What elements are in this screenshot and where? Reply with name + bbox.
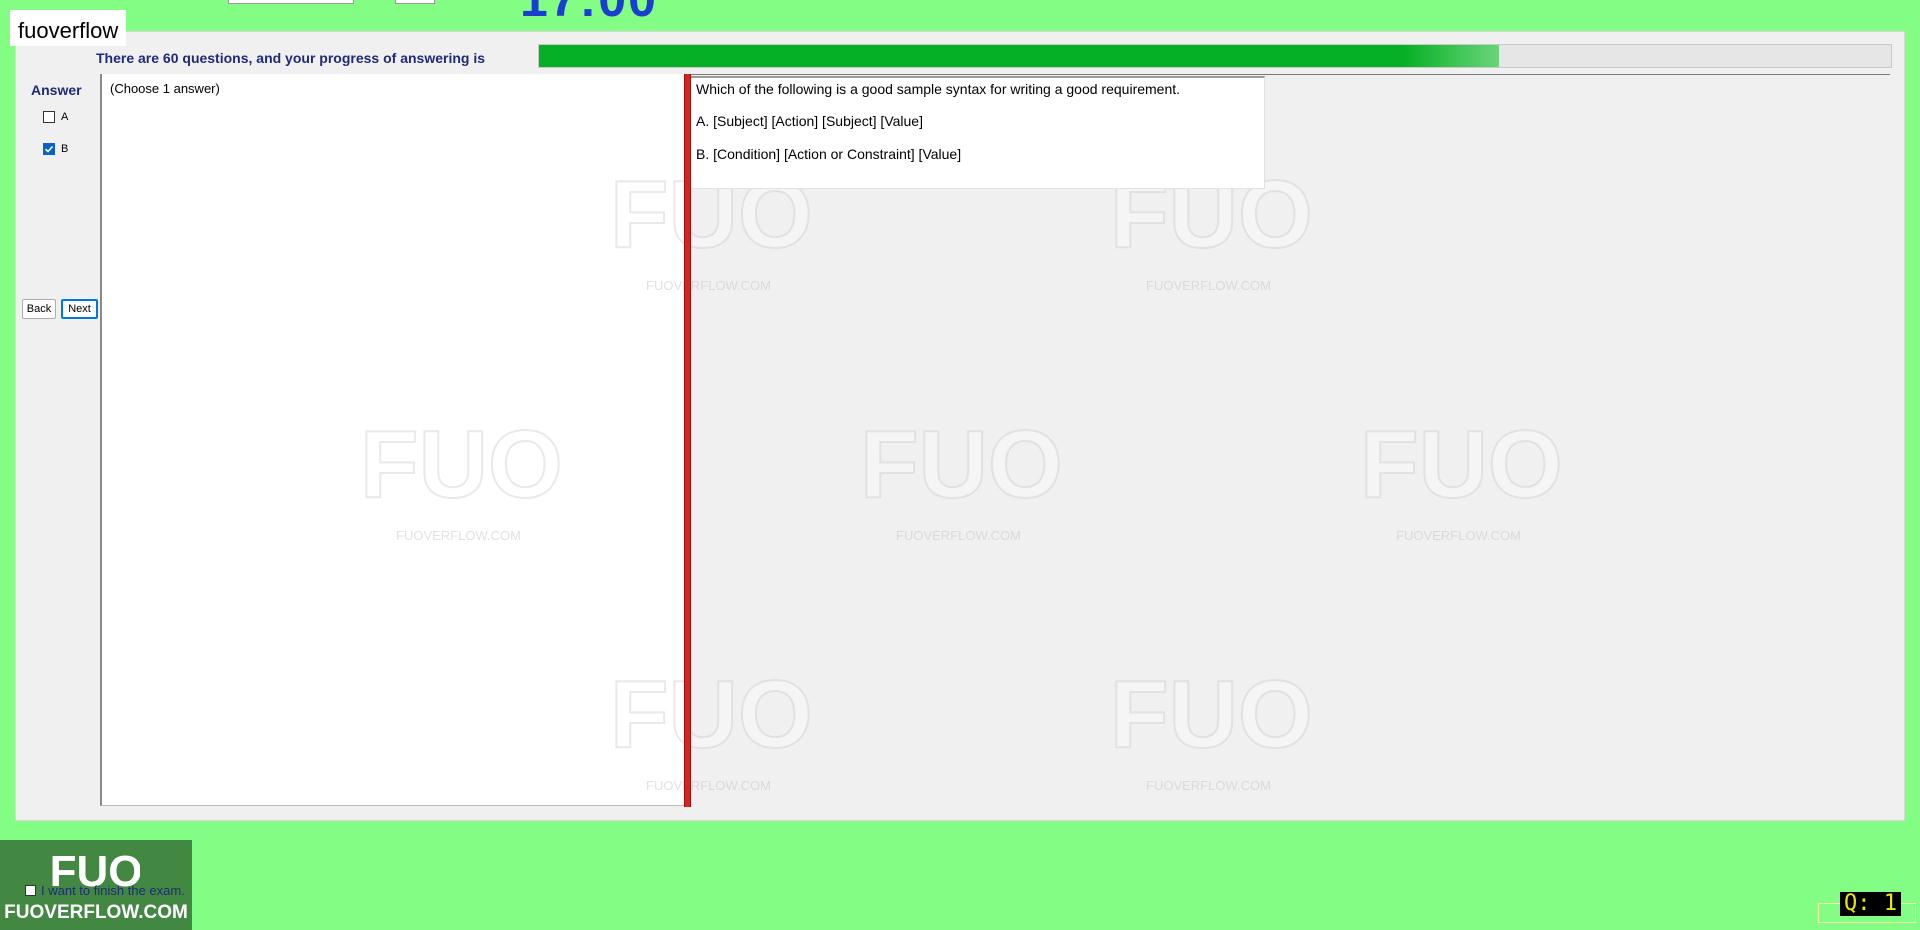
back-button[interactable]: Back: [22, 299, 56, 319]
question-counter: Q: 1: [1840, 892, 1901, 916]
watermark-text: FUOVERFLOW.COM: [1396, 528, 1521, 543]
next-button[interactable]: Next: [61, 299, 98, 319]
finish-exam-option[interactable]: I want to finish the exam.: [25, 883, 185, 898]
question-box: Which of the following is a good sample …: [691, 76, 1265, 189]
question-option-b: B. [Condition] [Action or Constraint] [V…: [696, 146, 962, 162]
answer-b-checkbox[interactable]: [43, 143, 55, 155]
site-label: fuoverflow: [10, 10, 127, 46]
watermark-text: FUOVERFLOW.COM: [1146, 778, 1271, 793]
watermark-mark: FUO: [859, 410, 1064, 519]
pane-splitter[interactable]: [684, 74, 691, 807]
top-small-box[interactable]: [395, 0, 435, 4]
progress-bar: [538, 44, 1892, 68]
question-prompt: Which of the following is a good sample …: [696, 81, 1181, 97]
watermark-mark: FUO: [359, 410, 564, 519]
watermark-text: FUOVERFLOW.COM: [646, 278, 771, 293]
finish-exam-checkbox[interactable]: [25, 885, 36, 896]
watermark-text: FUOVERFLOW.COM: [1146, 278, 1271, 293]
choose-answer-hint: (Choose 1 answer): [110, 81, 220, 96]
exam-timer: 17:00: [520, 0, 658, 28]
progress-bar-fill: [539, 45, 1499, 67]
watermark-mark: FUO: [609, 660, 814, 769]
watermark-text: FUOVERFLOW.COM: [896, 528, 1021, 543]
watermark-mark: FUO: [1109, 660, 1314, 769]
answer-option-b[interactable]: B: [43, 143, 68, 155]
logo-text: FUOVERFLOW.COM: [4, 902, 188, 923]
answer-a-checkbox[interactable]: [43, 111, 55, 123]
watermark-text: FUOVERFLOW.COM: [646, 778, 771, 793]
answer-title: Answer: [31, 82, 82, 98]
question-option-a: A. [Subject] [Action] [Subject] [Value]: [696, 113, 923, 129]
progress-label: There are 60 questions, and your progres…: [96, 50, 485, 66]
watermark-mark: FUO: [1359, 410, 1564, 519]
answer-option-a[interactable]: A: [43, 111, 68, 123]
finish-exam-label: I want to finish the exam.: [41, 883, 185, 898]
answer-a-label: A: [61, 111, 69, 123]
answer-b-label: B: [61, 143, 69, 155]
watermark-text: FUOVERFLOW.COM: [396, 528, 521, 543]
top-combo-box[interactable]: [228, 0, 354, 4]
